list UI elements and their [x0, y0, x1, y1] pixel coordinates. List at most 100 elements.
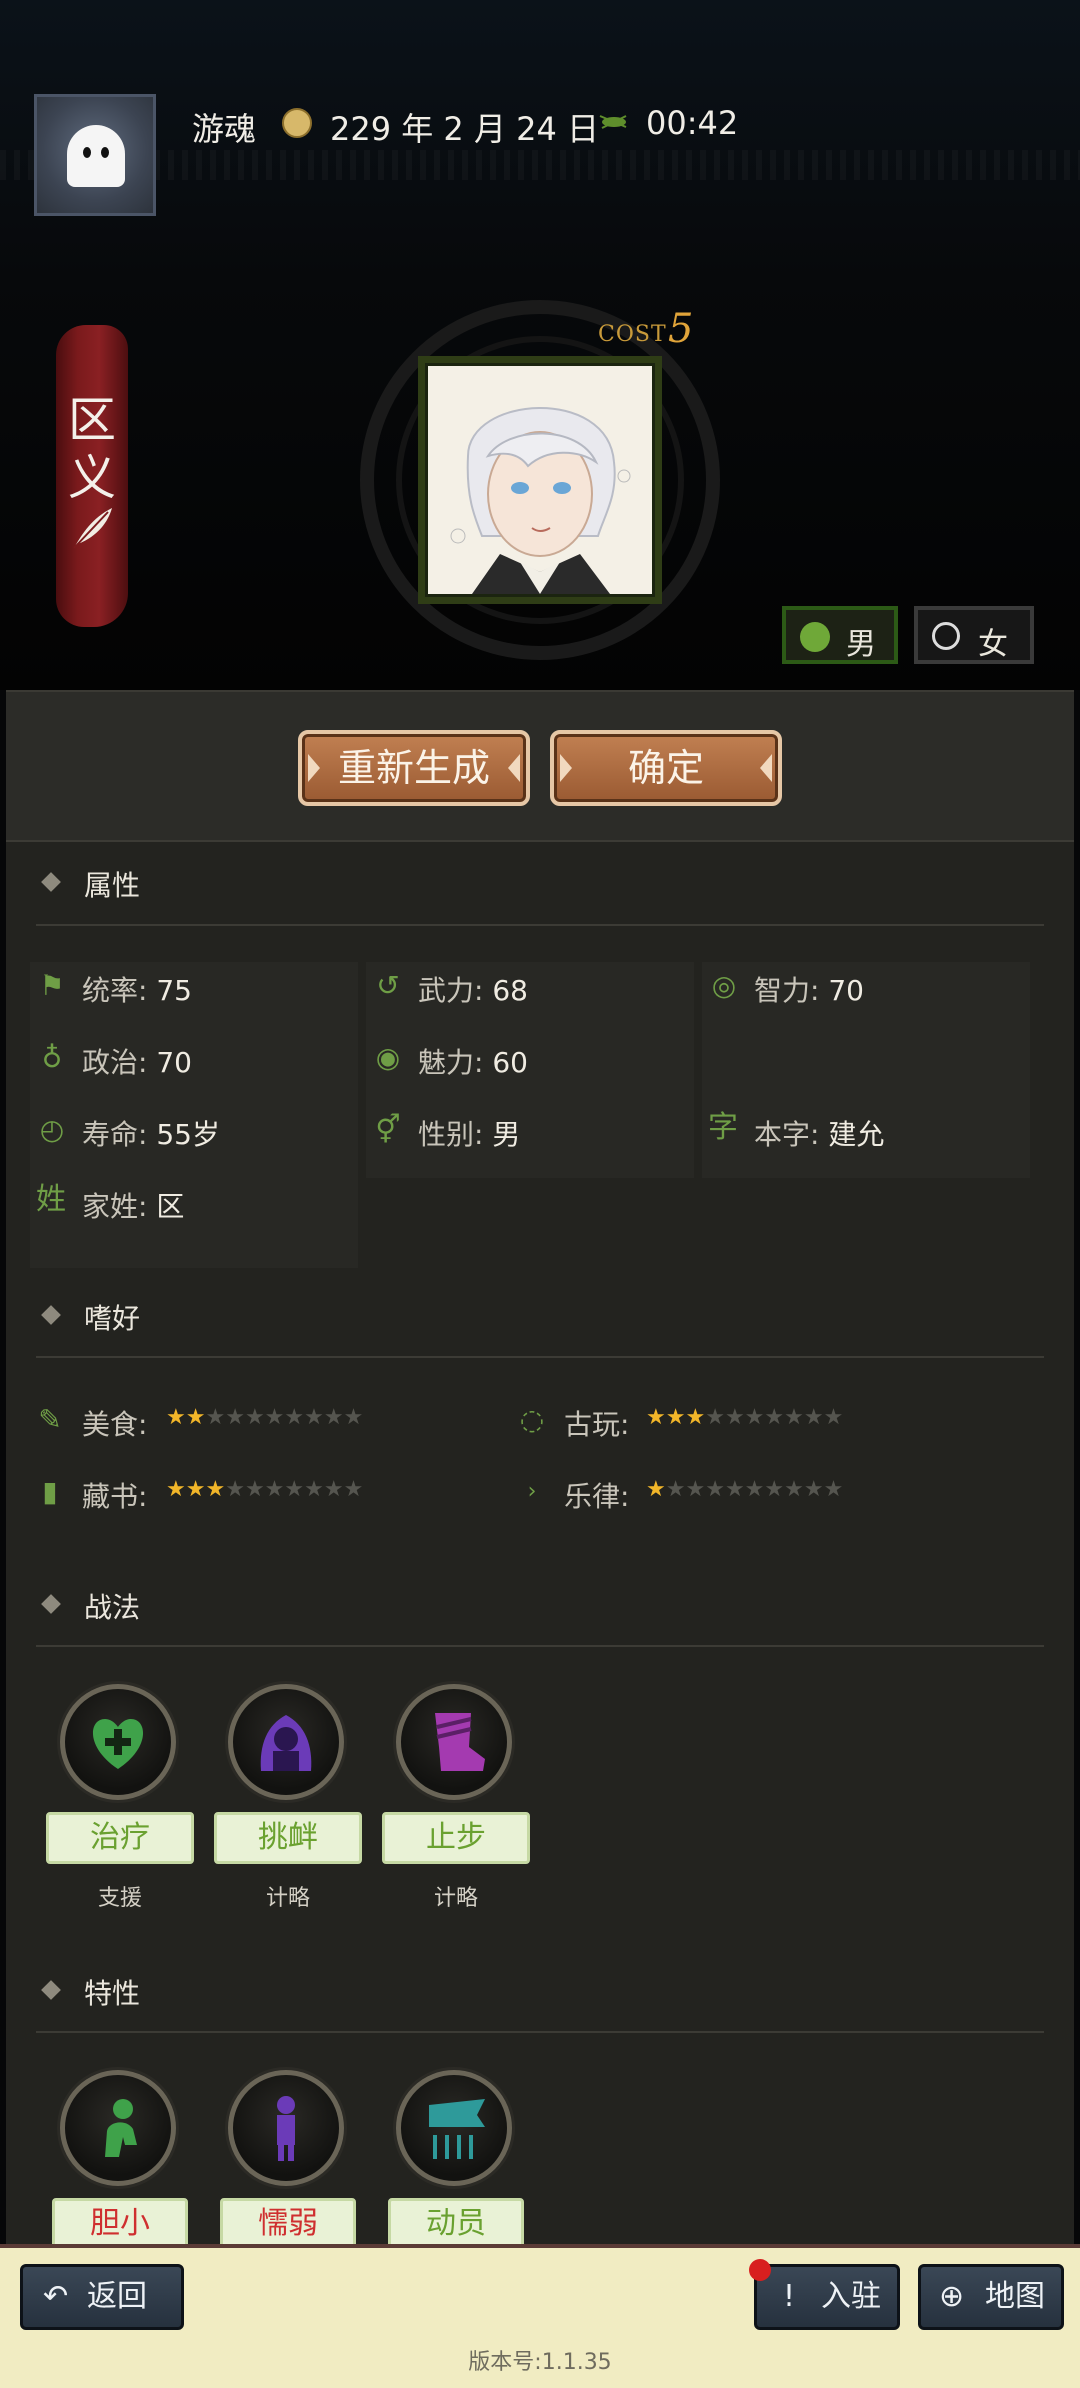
feather-edit-icon[interactable] [68, 504, 116, 552]
star-icon: ★ [323, 1477, 344, 1502]
star-icon: ★ [343, 1405, 364, 1430]
star-icon: ★ [185, 1405, 206, 1430]
regenerate-button[interactable]: 重新生成 [298, 730, 530, 806]
star-icon: ★ [705, 1477, 725, 1502]
hobby-food: 美食: [82, 1403, 147, 1443]
station-label: 入驻 [821, 2279, 881, 2314]
trait-mobilize-orb[interactable] [396, 2070, 512, 2186]
tactic-heal-orb[interactable] [60, 1684, 176, 1800]
hobby-music: 乐律: [564, 1475, 629, 1515]
star-icon: ★ [284, 1477, 305, 1502]
star-icon: ★ [764, 1477, 785, 1502]
star-icon: ★ [823, 1477, 844, 1502]
star-icon: ★ [803, 1405, 824, 1430]
attr-value: 70 [828, 974, 864, 1007]
tactic-name[interactable]: 治疗 [46, 1812, 194, 1864]
hobby-books-stars: ★★★★★★★★★★ [166, 1476, 363, 1504]
header-torn-edge [0, 150, 1080, 180]
player-name: 游魂 [192, 110, 257, 148]
globe-icon: ⊕ [939, 2279, 965, 2314]
attr-label: 统率: [82, 974, 148, 1007]
flag-icon: ⚑ [39, 969, 65, 1002]
player-avatar[interactable] [34, 94, 156, 216]
section-title-attributes: 属性 [84, 869, 141, 902]
star-icon: ★ [665, 1477, 686, 1502]
tactic-name[interactable]: 止步 [382, 1812, 530, 1864]
tactic-halt-orb[interactable] [396, 1684, 512, 1800]
station-button[interactable]: ! 入驻 [754, 2264, 900, 2330]
divider [36, 924, 1044, 926]
back-arrow-icon: ↶ [43, 2279, 69, 2314]
attr-value: 75 [156, 974, 192, 1007]
map-label: 地图 [985, 2279, 1045, 2314]
star-icon: ★ [185, 1477, 206, 1502]
section-title-tactics: 战法 [84, 1591, 141, 1624]
star-icon: ★ [724, 1405, 745, 1430]
back-button[interactable]: ↶ 返回 [20, 2264, 184, 2330]
star-icon: ★ [264, 1477, 285, 1502]
star-icon: ★ [225, 1477, 245, 1502]
trait-name[interactable]: 胆小 [52, 2198, 188, 2250]
attr-value: 70 [156, 1046, 192, 1079]
attr-force: 武力: 68 [418, 969, 528, 1009]
pouch-icon: ♁ [41, 1041, 63, 1074]
section-title-traits: 特性 [84, 1977, 141, 2010]
star-icon: ★ [323, 1405, 344, 1430]
trait-name[interactable]: 懦弱 [220, 2198, 356, 2250]
trait-name[interactable]: 动员 [388, 2198, 524, 2250]
cost-value: 5 [668, 306, 694, 352]
cricket-icon [599, 115, 627, 129]
star-icon: ★ [764, 1405, 785, 1430]
hobby-label: 乐律: [564, 1480, 630, 1513]
gender-male-label: 男 [846, 627, 876, 662]
section-title-hobbies: 嗜好 [84, 1302, 141, 1335]
name-char-given[interactable]: 义 [66, 438, 118, 508]
attr-lifespan: 寿命: 55岁 [82, 1113, 220, 1153]
gender-female-label: 女 [978, 627, 1008, 662]
star-icon: ★ [284, 1405, 305, 1430]
star-icon: ★ [823, 1405, 844, 1430]
tactic-type: 支援 [97, 1886, 142, 1911]
game-date: 229 年 2 月 24 日 [330, 110, 600, 148]
attr-label: 政治: [82, 1046, 148, 1079]
attr-value: 55岁 [156, 1118, 220, 1151]
action-bar [6, 692, 1074, 842]
gender-male-option[interactable]: 男 [782, 606, 898, 664]
star-icon: ★ [166, 1405, 186, 1430]
star-icon: ★ [784, 1405, 804, 1430]
tactic-provoke-orb[interactable] [228, 1684, 344, 1800]
gender-female-option[interactable]: 女 [914, 606, 1034, 664]
divider [36, 1645, 1044, 1647]
portrait-illustration [428, 366, 652, 594]
attr-courtesy-name: 本字: 建允 [754, 1113, 884, 1153]
star-icon: ★ [646, 1405, 666, 1430]
attr-value: 男 [492, 1118, 521, 1151]
trait-weak-orb[interactable] [228, 2070, 344, 2186]
confirm-button[interactable]: 确定 [550, 730, 782, 806]
weak-figure-icon [277, 2096, 295, 2161]
attr-politics: 政治: 70 [82, 1041, 192, 1081]
game-time: 00:42 [646, 104, 739, 142]
star-icon: ★ [784, 1477, 804, 1502]
hobby-antique-stars: ★★★★★★★★★★ [646, 1404, 843, 1432]
antique-icon: ◌ [519, 1403, 545, 1436]
star-icon: ★ [665, 1405, 686, 1430]
star-icon: ★ [304, 1477, 324, 1502]
hobby-books: 藏书: [82, 1475, 147, 1515]
map-button[interactable]: ⊕ 地图 [918, 2264, 1064, 2330]
star-icon: ★ [685, 1405, 706, 1430]
attr-value: 60 [492, 1046, 528, 1079]
trait-timid-orb[interactable] [60, 2070, 176, 2186]
star-icon: ★ [304, 1405, 324, 1430]
tactic-name[interactable]: 挑衅 [214, 1812, 362, 1864]
heal-heart-icon [92, 1719, 144, 1769]
star-icon: ★ [744, 1477, 765, 1502]
back-label: 返回 [87, 2279, 147, 2314]
character-portrait[interactable] [428, 366, 652, 594]
surname-icon: 姓 [36, 1182, 66, 1217]
hobby-label: 藏书: [82, 1480, 148, 1513]
calendar-icon [282, 108, 312, 138]
provoke-icon [260, 1715, 312, 1771]
attr-value: 68 [492, 974, 528, 1007]
star-icon: ★ [205, 1477, 226, 1502]
